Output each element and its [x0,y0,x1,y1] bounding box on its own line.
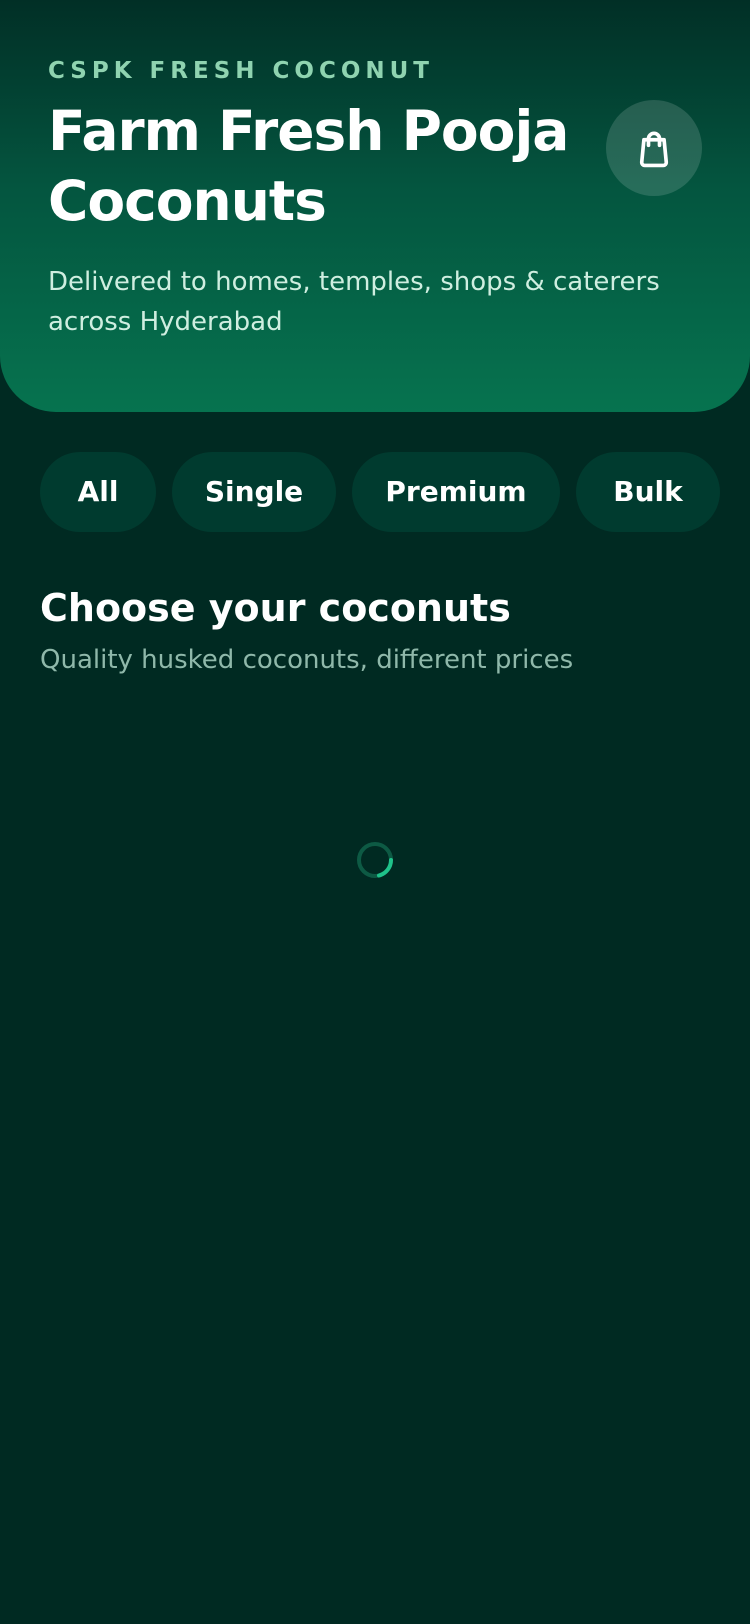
shopping-bag-icon [632,126,676,170]
category-filter-chips: All Single Premium Bulk [40,452,740,532]
hero-subtitle: Delivered to homes, temples, shops & cat… [48,267,660,337]
loading-spinner-icon [355,840,395,880]
filter-chip-all[interactable]: All [40,452,156,532]
hero-header: CSPK FRESH COCONUT Farm Fresh Pooja Coco… [0,0,750,412]
filter-chip-bulk[interactable]: Bulk [576,452,720,532]
page-title: Farm Fresh Pooja Coconuts [48,99,569,233]
cart-button[interactable] [606,100,702,196]
filter-chip-premium[interactable]: Premium [352,452,560,532]
section-subtitle: Quality husked coconuts, different price… [40,645,574,675]
section-title: Choose your coconuts [40,586,511,630]
brand-eyebrow: CSPK FRESH COCONUT [48,58,434,84]
filter-chip-single[interactable]: Single [172,452,336,532]
